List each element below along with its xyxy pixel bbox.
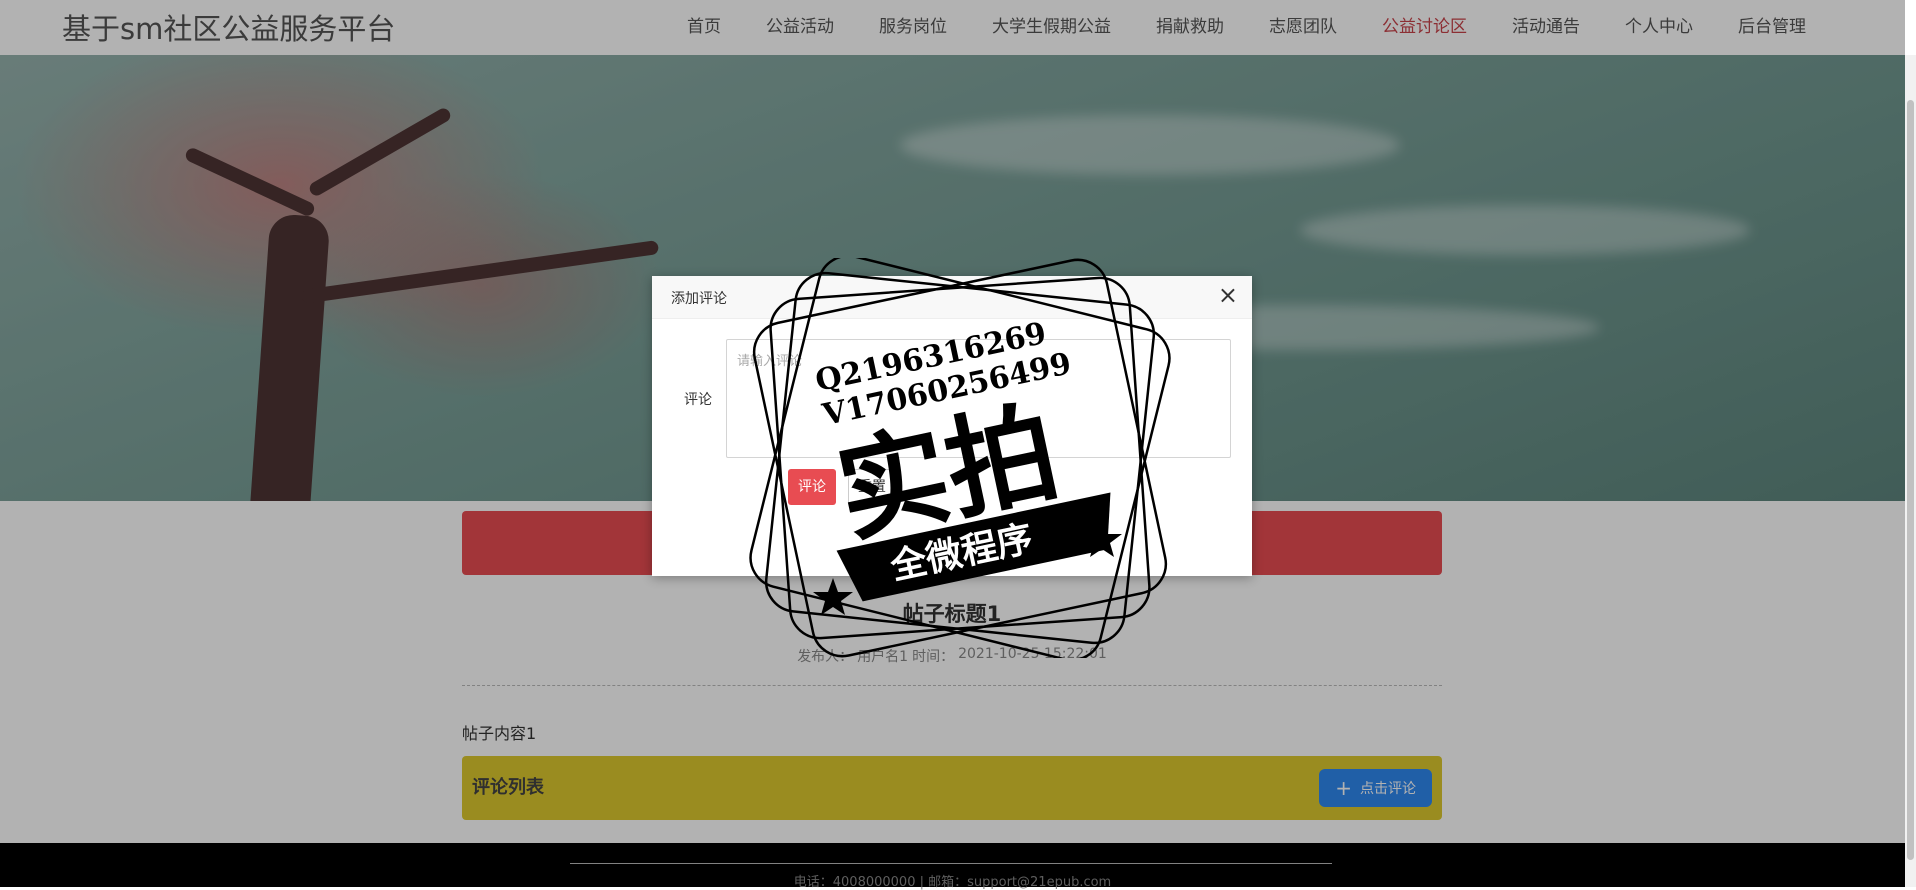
scroll-thumb[interactable] — [1907, 100, 1914, 860]
submit-comment-button[interactable]: 评论 — [788, 469, 836, 505]
close-icon[interactable]: × — [1218, 283, 1238, 307]
modal-title: 添加评论 — [671, 291, 727, 307]
reset-button[interactable]: 重置 — [848, 469, 896, 505]
page-scrollbar[interactable] — [1905, 0, 1916, 887]
comment-textarea[interactable] — [726, 339, 1231, 458]
add-comment-modal: 添加评论 × 评论 评论 重置 — [652, 276, 1252, 576]
modal-header: 添加评论 × — [652, 276, 1252, 319]
comment-field-label: 评论 — [684, 392, 712, 408]
